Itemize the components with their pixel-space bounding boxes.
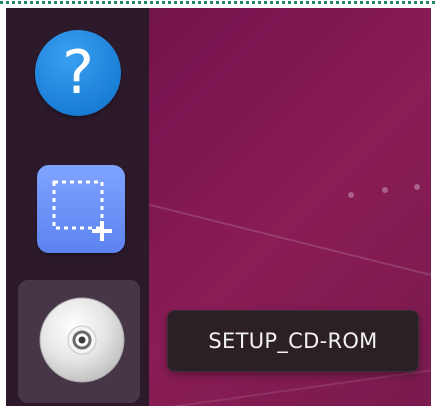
dotted-top-border (0, 0, 437, 6)
screen-frame: ? SETUP_CD-ROM (0, 0, 437, 412)
screenshot-icon (37, 165, 125, 253)
dock-tooltip: SETUP_CD-ROM (167, 310, 419, 372)
tooltip-label: SETUP_CD-ROM (208, 329, 378, 353)
dock-item-screenshot[interactable] (18, 155, 140, 275)
screenshot-selection-icon (52, 180, 112, 241)
help-icon: ? (35, 30, 121, 116)
dock: ? (6, 8, 149, 406)
wallpaper-dots (346, 184, 426, 204)
dock-item-help[interactable]: ? (18, 13, 140, 133)
wallpaper-dot (348, 192, 354, 198)
wallpaper-dot (382, 187, 388, 193)
cd-disc-graphic (39, 297, 125, 383)
wallpaper-dot (414, 184, 420, 190)
help-glyph: ? (62, 38, 94, 108)
cd-disc-icon (38, 296, 126, 384)
dock-item-setup-cd-rom[interactable] (18, 280, 140, 403)
desktop-background: ? SETUP_CD-ROM (6, 8, 431, 406)
